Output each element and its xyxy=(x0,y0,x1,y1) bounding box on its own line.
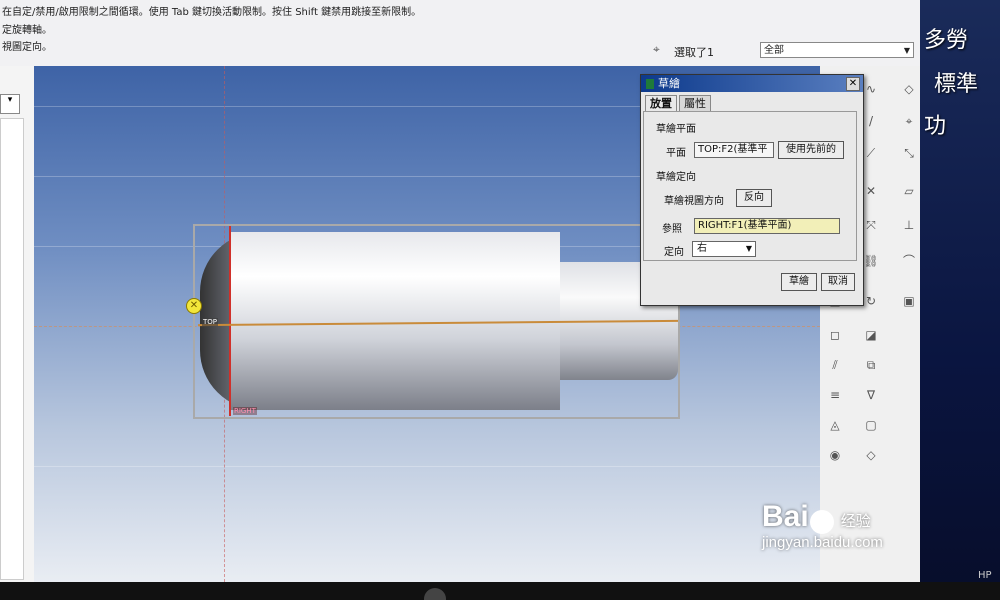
monitor-brand: HP xyxy=(978,570,992,581)
trim-icon[interactable]: ◬ xyxy=(826,416,844,434)
watermark-brand: Bai xyxy=(762,500,809,533)
datum-label-right: RIGHT xyxy=(233,407,257,415)
sketch-icon[interactable]: ◇ xyxy=(900,80,918,98)
point-icon[interactable]: ✕ xyxy=(862,182,880,200)
message-line: 在自定/禁用/啟用限制之間循環。使用 Tab 鍵切換活動限制。按住 Shift … xyxy=(2,7,422,18)
shell-icon[interactable]: ▣ xyxy=(900,292,918,310)
message-line: 視圖定向。 xyxy=(2,42,52,53)
datum-plane-right[interactable] xyxy=(229,226,231,416)
baidu-watermark: Bai 经验 jingyan.baidu.com xyxy=(762,500,883,551)
pattern-icon[interactable]: ≡ xyxy=(826,386,844,404)
tab-properties[interactable]: 屬性 xyxy=(679,95,711,112)
orientation-dropdown[interactable]: 右 ▼ xyxy=(692,241,756,257)
orientation-label: 定向 xyxy=(664,247,684,258)
dialog-app-icon xyxy=(646,79,654,89)
link-icon[interactable]: ⛓ xyxy=(862,252,880,270)
dialog-title-bar[interactable]: 草繪 ✕ xyxy=(641,75,863,92)
plane-label: 平面 xyxy=(666,148,686,159)
monitor-bezel xyxy=(0,582,1000,600)
spline-icon[interactable]: ∿ xyxy=(862,80,880,98)
watermark-brand-cn: 经验 xyxy=(840,513,871,530)
dialog-title: 草繪 xyxy=(658,77,680,90)
chevron-down-icon: ▼ xyxy=(745,244,752,253)
offset-icon[interactable]: ▢ xyxy=(862,416,880,434)
message-area: 在自定/禁用/啟用限制之間循環。使用 Tab 鍵切換活動限制。按住 Shift … xyxy=(0,0,920,66)
monitor-frame: 在自定/禁用/啟用限制之間循環。使用 Tab 鍵切換活動限制。按住 Shift … xyxy=(0,0,1000,600)
placement-pane: 草繪平面 平面 TOP:F2(基準平 使用先前的 草繪定向 草繪視圖方向 反向 … xyxy=(643,111,857,261)
reference-field[interactable]: RIGHT:F1(基準平面) xyxy=(694,218,840,234)
filter-icon: ⌖ xyxy=(653,42,660,56)
line-icon[interactable]: / xyxy=(862,112,880,130)
view-direction-label: 草繪視圖方向 xyxy=(664,196,724,207)
chevron-down-icon: ▼ xyxy=(903,46,910,55)
selection-count: 選取了1 xyxy=(674,46,714,59)
revolve-icon[interactable]: ↻ xyxy=(862,292,880,310)
flip-button[interactable]: 反向 xyxy=(736,189,772,207)
line-icon[interactable]: ⟋ xyxy=(862,144,880,162)
cancel-button[interactable]: 取消 xyxy=(821,273,855,291)
csys-icon[interactable]: ⤧ xyxy=(862,216,880,234)
draft-icon[interactable]: ⫽ xyxy=(826,356,844,374)
tree-dropdown[interactable]: ▾ xyxy=(0,94,20,114)
merge-icon[interactable]: ∇ xyxy=(862,386,880,404)
selection-filter-value: 全部 xyxy=(764,45,784,56)
sketch-button[interactable]: 草繪 xyxy=(781,273,817,291)
scan-line xyxy=(34,466,820,467)
axis-icon[interactable]: ⤡ xyxy=(900,144,918,162)
section-label-sketch-plane: 草繪平面 xyxy=(656,124,696,135)
model-tree[interactable] xyxy=(0,118,24,580)
paw-icon xyxy=(809,509,834,534)
datum-label-top: TOP xyxy=(202,318,219,326)
reference-label: 參照 xyxy=(662,224,682,235)
curve-icon[interactable]: ⊥ xyxy=(900,216,918,234)
rib-icon[interactable]: ◪ xyxy=(862,326,880,344)
close-icon[interactable]: ✕ xyxy=(846,77,860,91)
selection-filter-dropdown[interactable]: 全部 ▼ xyxy=(760,42,914,58)
mirror-icon[interactable]: ⧉ xyxy=(862,356,880,374)
tab-placement[interactable]: 放置 xyxy=(645,95,677,112)
fill-icon[interactable]: ◉ xyxy=(826,446,844,464)
round-icon[interactable]: ⌒ xyxy=(900,252,918,270)
side-text: 功 xyxy=(924,114,947,139)
side-text: 標準 xyxy=(934,72,979,97)
message-line: 定旋轉軸。 xyxy=(2,25,52,36)
plane-icon[interactable]: ▱ xyxy=(900,182,918,200)
sketch-dialog: 草繪 ✕ 放置 屬性 草繪平面 平面 TOP:F2(基準平 使用先前的 草繪定向… xyxy=(640,74,864,306)
hole-icon[interactable]: ◻ xyxy=(826,326,844,344)
section-label-orientation: 草繪定向 xyxy=(656,172,696,183)
side-text: 多勞 xyxy=(924,28,969,53)
plane-field[interactable]: TOP:F2(基準平 xyxy=(694,142,774,158)
datum-icon[interactable]: ⌖ xyxy=(900,112,918,130)
use-previous-button[interactable]: 使用先前的 xyxy=(778,141,844,159)
orientation-value: 右 xyxy=(697,243,707,254)
application-window: 在自定/禁用/啟用限制之間循環。使用 Tab 鍵切換活動限制。按住 Shift … xyxy=(0,0,920,582)
watermark-url: jingyan.baidu.com xyxy=(762,534,883,551)
spin-center-icon[interactable]: ✕ xyxy=(186,298,202,314)
model-tree-panel: ▾ xyxy=(0,66,35,582)
thicken-icon[interactable]: ◇ xyxy=(862,446,880,464)
